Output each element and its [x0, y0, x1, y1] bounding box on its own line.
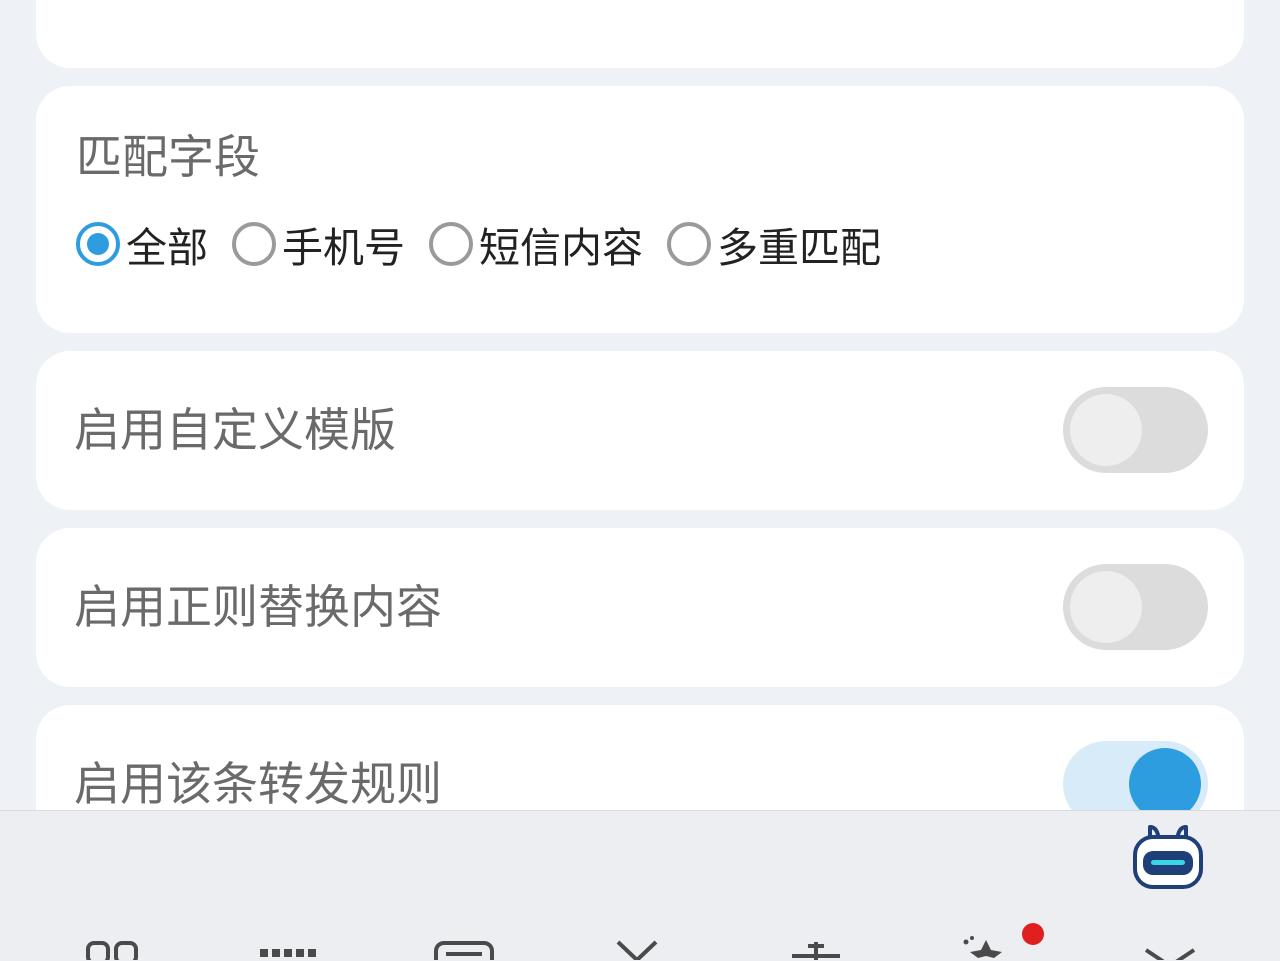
apps-grid-icon[interactable]: [86, 940, 142, 960]
radio-option-all[interactable]: 全部: [76, 214, 208, 274]
radio-label: 短信内容: [479, 224, 643, 272]
clipboard-icon[interactable]: [432, 940, 496, 960]
text-cursor-icon[interactable]: [788, 938, 844, 960]
cursor-icon[interactable]: [614, 938, 660, 960]
radio-label: 多重匹配: [717, 224, 881, 272]
radio-option-multi-match[interactable]: 多重匹配: [667, 214, 881, 274]
radio-option-sms-content[interactable]: 短信内容: [429, 214, 643, 274]
switch-knob: [1070, 394, 1142, 466]
radio-unselected-icon[interactable]: [667, 222, 711, 266]
match-field-options: 全部 手机号 短信内容 多重匹配: [76, 216, 905, 272]
notification-dot: [1022, 923, 1044, 945]
previous-settings-card: [36, 0, 1244, 68]
custom-template-switch[interactable]: [1063, 387, 1208, 473]
keyboard-icon[interactable]: [258, 945, 318, 960]
regex-replace-switch[interactable]: [1063, 564, 1208, 650]
custom-template-row: 启用自定义模版: [36, 351, 1244, 510]
switch-knob: [1070, 571, 1142, 643]
radio-label: 全部: [126, 224, 208, 272]
enable-rule-label: 启用该条转发规则: [74, 757, 442, 811]
radio-label: 手机号: [282, 224, 405, 272]
radio-unselected-icon[interactable]: [232, 222, 276, 266]
match-field-title: 匹配字段: [76, 130, 260, 184]
radio-option-phone[interactable]: 手机号: [232, 214, 405, 274]
collapse-icon[interactable]: [1140, 946, 1200, 960]
radio-unselected-icon[interactable]: [429, 222, 473, 266]
custom-template-label: 启用自定义模版: [74, 403, 396, 457]
regex-replace-label: 启用正则替换内容: [74, 580, 442, 634]
regex-replace-row: 启用正则替换内容: [36, 528, 1244, 687]
radio-selected-icon[interactable]: [76, 222, 120, 266]
match-field-card: 匹配字段 全部 手机号 短信内容 多重匹配: [36, 86, 1244, 333]
robot-assistant-icon[interactable]: [1130, 817, 1206, 893]
sparkle-icon[interactable]: [956, 934, 1016, 960]
